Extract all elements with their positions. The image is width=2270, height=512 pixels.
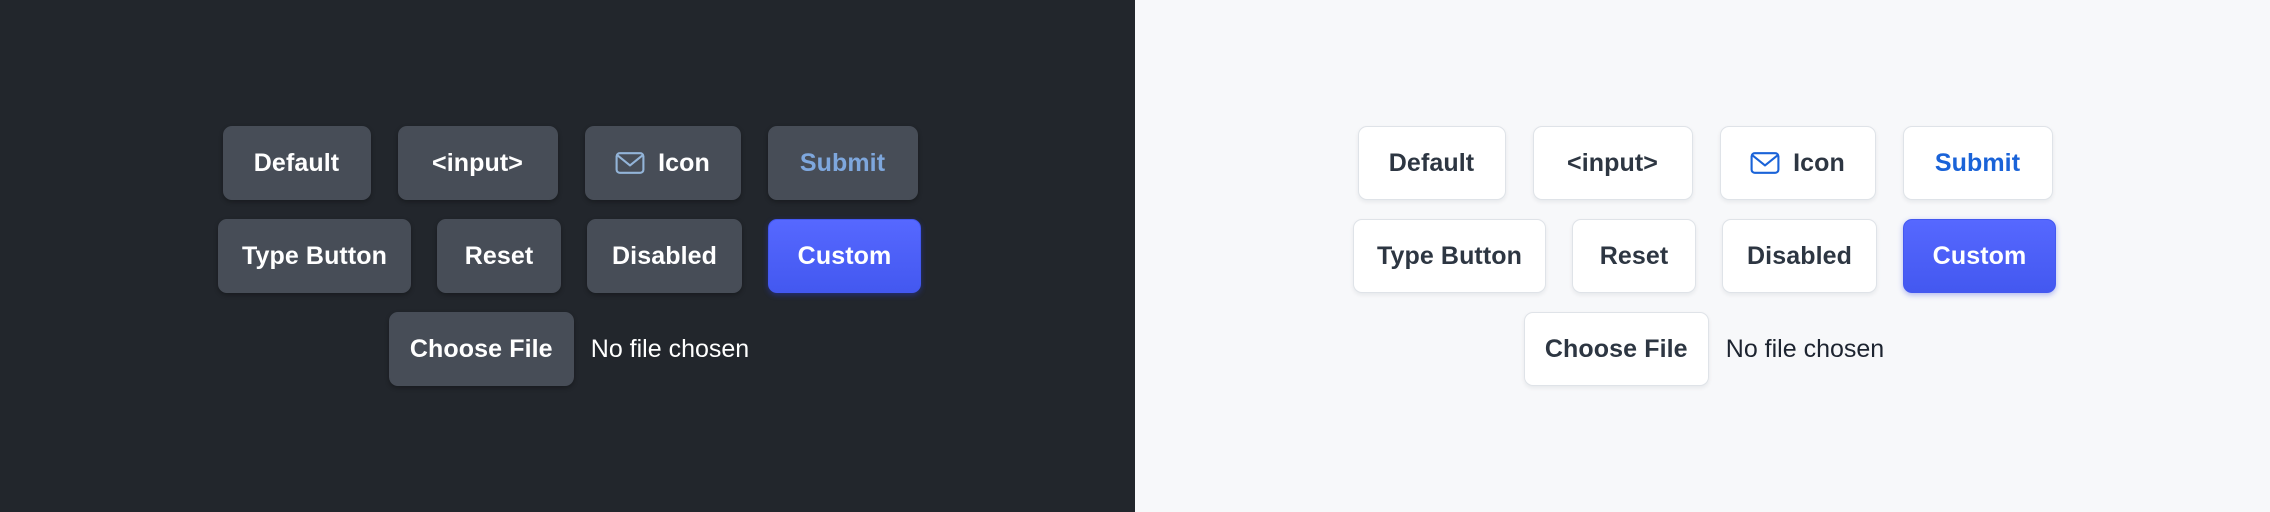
input-button-label: <input> xyxy=(432,148,523,177)
light-file-input-row: Choose File No file chosen xyxy=(1523,312,1885,386)
input-button-label: <input> xyxy=(1567,148,1658,177)
type-button[interactable]: Type Button xyxy=(1353,219,1546,293)
reset-button[interactable]: Reset xyxy=(1572,219,1696,293)
disabled-button-label: Disabled xyxy=(1747,241,1852,270)
choose-file-button[interactable]: Choose File xyxy=(1523,312,1709,386)
disabled-button[interactable]: Disabled xyxy=(1722,219,1877,293)
dark-button-row-1: Default <input> Icon Submit xyxy=(222,126,918,200)
light-button-row-1: Default <input> Icon Submit xyxy=(1357,126,2053,200)
default-button-label: Default xyxy=(253,148,340,177)
type-button-label: Type Button xyxy=(241,241,388,270)
choose-file-button[interactable]: Choose File xyxy=(388,312,574,386)
input-button[interactable]: <input> xyxy=(1532,126,1693,200)
choose-file-button-label: Choose File xyxy=(409,334,553,363)
input-button[interactable]: <input> xyxy=(397,126,558,200)
submit-button-label: Submit xyxy=(1934,148,2021,177)
custom-button[interactable]: Custom xyxy=(1903,219,2056,293)
dark-file-input-row: Choose File No file chosen xyxy=(388,312,750,386)
icon-button[interactable]: Icon xyxy=(1719,126,1876,200)
reset-button-label: Reset xyxy=(1599,241,1669,270)
type-button[interactable]: Type Button xyxy=(218,219,411,293)
reset-button-label: Reset xyxy=(464,241,534,270)
reset-button[interactable]: Reset xyxy=(437,219,561,293)
disabled-button-label: Disabled xyxy=(612,241,717,270)
dark-button-grid: Default <input> Icon Submit Type Button … xyxy=(0,0,1135,512)
light-theme-panel: Default <input> Icon Submit Type Button … xyxy=(1135,0,2270,512)
button-showcase: Default <input> Icon Submit Type Button … xyxy=(0,0,2270,512)
envelope-icon xyxy=(1750,151,1780,175)
icon-button[interactable]: Icon xyxy=(584,126,741,200)
icon-button-label: Icon xyxy=(658,148,710,177)
submit-button[interactable]: Submit xyxy=(1902,126,2053,200)
submit-button-label: Submit xyxy=(799,148,886,177)
file-status-text: No file chosen xyxy=(590,334,750,363)
default-button[interactable]: Default xyxy=(222,126,371,200)
default-button[interactable]: Default xyxy=(1357,126,1506,200)
file-status-text: No file chosen xyxy=(1725,334,1885,363)
type-button-label: Type Button xyxy=(1376,241,1523,270)
envelope-icon xyxy=(615,151,645,175)
disabled-button[interactable]: Disabled xyxy=(587,219,742,293)
choose-file-button-label: Choose File xyxy=(1544,334,1688,363)
icon-button-label: Icon xyxy=(1793,148,1845,177)
light-button-grid: Default <input> Icon Submit Type Button … xyxy=(1135,0,2270,512)
dark-theme-panel: Default <input> Icon Submit Type Button … xyxy=(0,0,1135,512)
submit-button[interactable]: Submit xyxy=(767,126,918,200)
default-button-label: Default xyxy=(1388,148,1475,177)
dark-button-row-2: Type Button Reset Disabled Custom xyxy=(218,219,921,293)
custom-button-label: Custom xyxy=(797,241,892,270)
custom-button-label: Custom xyxy=(1932,241,2027,270)
light-button-row-2: Type Button Reset Disabled Custom xyxy=(1353,219,2056,293)
custom-button[interactable]: Custom xyxy=(768,219,921,293)
